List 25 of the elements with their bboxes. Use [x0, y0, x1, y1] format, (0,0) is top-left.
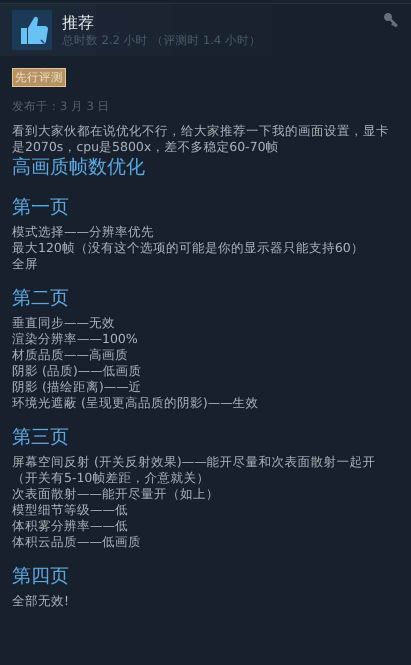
section-heading: 第三页 [12, 425, 70, 449]
section-heading: 第一页 [12, 195, 70, 219]
setting-line: 体积云品质——低画质 [12, 534, 142, 550]
setting-line: 渲染分辨率——100% [12, 331, 139, 347]
posted-date: 发布于：3 月 3 日 [12, 99, 111, 114]
setting-line: 全部无效! [12, 593, 70, 609]
setting-line: 材质品质——高画质 [12, 347, 129, 363]
section-heading: 第四页 [12, 564, 70, 588]
key-icon [383, 12, 399, 28]
setting-line: 体积雾分辨率——低 [12, 518, 129, 534]
setting-line: 最大120帧（没有这个选项的可能是你的显示器只能支持60） [12, 240, 365, 256]
section-heading: 第二页 [12, 286, 70, 310]
setting-line: 屏幕空间反射 (开关反射效果)——能开尽量和次表面散射一起开（开关有5-10帧差距，介意就关） [12, 454, 377, 486]
review-paragraph: 看到大家伙都在说优化不行，给大家推荐一下我的画面设置，显卡是2070s，cpu是5800x，差不多稳定60-70帧 [12, 123, 390, 155]
setting-line: 阴影 (品质)——低画质 [12, 363, 143, 379]
early-access-badge: 先行评测 [12, 68, 66, 87]
setting-line: 阴影 (描绘距离)——近 [12, 379, 143, 395]
setting-line: 环境光遮蔽 (呈现更高品质的阴影)——生效 [12, 395, 260, 411]
setting-line: 垂直同步——无效 [12, 315, 116, 331]
setting-line: 次表面散射——能开尽量开（如上） [12, 486, 220, 502]
setting-line: 全屏 [12, 256, 39, 272]
review-heading: 高画质帧数优化 [12, 155, 146, 179]
verdict-title: 推荐 [62, 12, 95, 32]
setting-line: 模式选择——分辨率优先 [12, 224, 155, 240]
setting-line: 模型细节等级——低 [12, 502, 129, 518]
